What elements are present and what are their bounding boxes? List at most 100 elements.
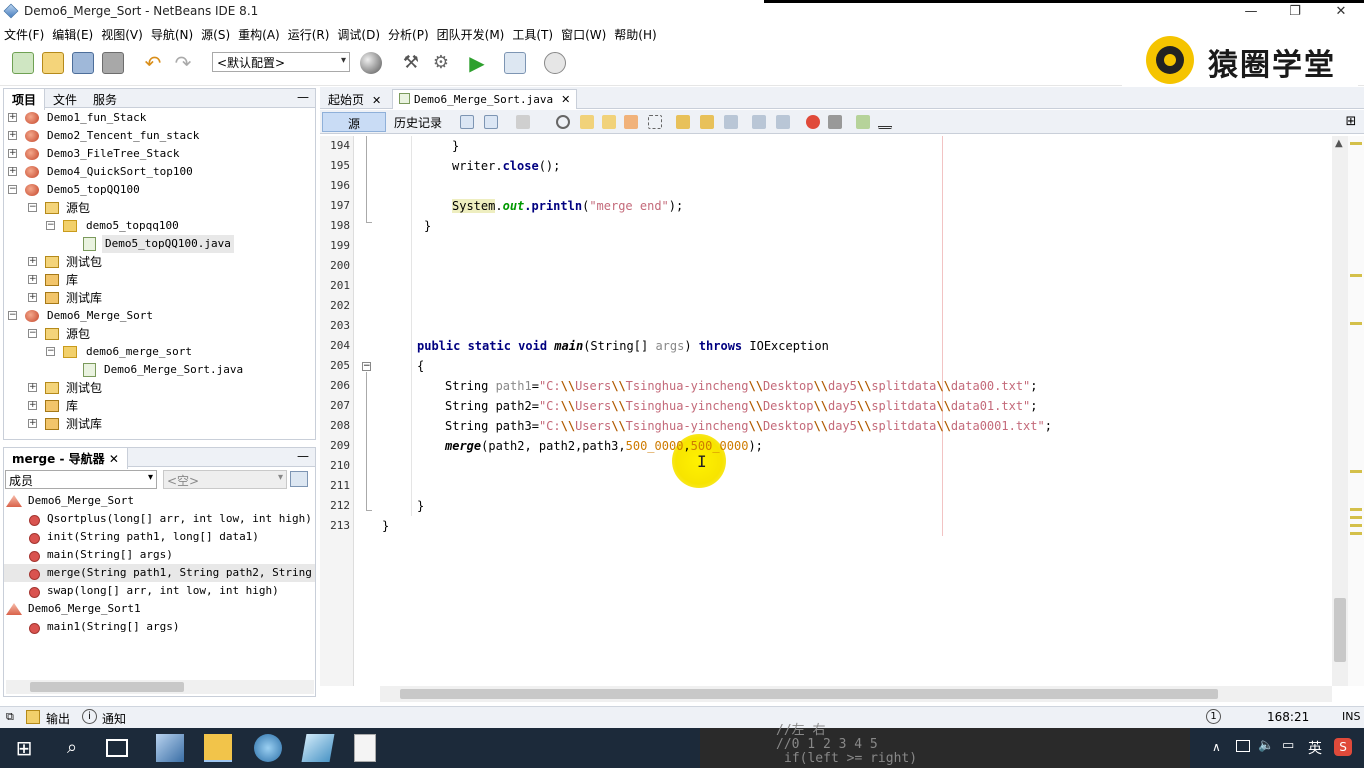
tab-navigator[interactable]: merge - 导航器 ✕ (4, 448, 128, 469)
config-select[interactable]: <默认配置> ▾ (212, 52, 350, 72)
nav-item-method[interactable]: main(String[] args) (47, 546, 173, 564)
expand-icon[interactable]: + (8, 113, 17, 122)
expand-icon[interactable]: + (28, 293, 37, 302)
menu-window[interactable]: 窗口(W) (557, 24, 610, 44)
collapse-icon[interactable]: − (8, 185, 17, 194)
split-editor-icon[interactable]: ⊞ (1344, 115, 1358, 129)
clean-build-icon[interactable]: ⚙ (430, 52, 452, 74)
scroll-thumb[interactable] (1334, 598, 1346, 662)
annotation-marker[interactable] (1350, 516, 1362, 519)
annotation-marker[interactable] (1350, 508, 1362, 511)
menu-refactor[interactable]: 重构(A) (234, 24, 284, 44)
expand-icon[interactable]: + (8, 167, 17, 176)
menu-source[interactable]: 源(S) (197, 24, 234, 44)
forward-icon[interactable] (484, 115, 498, 129)
annotation-marker[interactable] (1350, 142, 1362, 145)
run-icon[interactable]: ▶ (466, 52, 488, 74)
menu-debug[interactable]: 调试(D) (333, 24, 384, 44)
toggle-highlight-icon[interactable] (624, 115, 638, 129)
ime-sogou-icon[interactable]: S (1334, 738, 1352, 756)
tab-projects[interactable]: 项目 (4, 89, 46, 110)
nav-item-class[interactable]: Demo6_Merge_Sort (28, 492, 134, 510)
collapse-icon[interactable]: − (28, 203, 37, 212)
volume-icon[interactable]: 🔈 (1258, 738, 1274, 753)
search-icon[interactable]: ⌕ (58, 734, 86, 762)
chevron-up-icon[interactable]: ∧ (1212, 740, 1221, 754)
tab-demo6-java[interactable]: Demo6_Merge_Sort.java ✕ (392, 89, 578, 109)
close-icon[interactable]: ✕ (561, 93, 570, 106)
file-explorer-icon[interactable] (204, 734, 232, 762)
tree-item-demo5[interactable]: Demo5_topQQ100 (47, 181, 140, 199)
tree-item-test-libraries[interactable]: 测试库 (66, 289, 102, 307)
tree-item-source-packages-2[interactable]: 源包 (66, 325, 90, 343)
nav-item-method[interactable]: Qsortplus(long[] arr, int low, int high) (47, 510, 312, 528)
toggle-bookmark-icon[interactable] (724, 115, 738, 129)
close-icon[interactable]: ✕ (109, 452, 119, 466)
tree-item-test-packages[interactable]: 测试包 (66, 253, 102, 271)
comment-icon[interactable] (856, 115, 870, 129)
shift-left-icon[interactable] (752, 115, 766, 129)
build-hammer-icon[interactable]: ⚒ (400, 52, 422, 74)
expand-icon[interactable]: + (28, 257, 37, 266)
close-icon[interactable]: ✕ (372, 94, 381, 107)
last-edit-icon[interactable] (516, 115, 530, 129)
open-project-icon[interactable] (72, 52, 94, 74)
tree-item-package-demo5[interactable]: demo5_topqq100 (86, 217, 179, 235)
find-prev-icon[interactable] (580, 115, 594, 129)
tree-item-test-packages-2[interactable]: 测试包 (66, 379, 102, 397)
nav-item-method[interactable]: main1(String[] args) (47, 618, 179, 636)
menu-help[interactable]: 帮助(H) (610, 24, 660, 44)
menu-navigate[interactable]: 导航(N) (147, 24, 197, 44)
menu-run[interactable]: 运行(R) (284, 24, 334, 44)
editor-vscroll[interactable]: ▲ (1332, 136, 1348, 686)
secondary-filter-select[interactable]: <空> ▾ (163, 470, 287, 489)
nav-item-class[interactable]: Demo6_Merge_Sort1 (28, 600, 141, 618)
menu-team[interactable]: 团队开发(M) (433, 24, 509, 44)
back-icon[interactable] (460, 115, 474, 129)
restore-button[interactable]: ❐ (1280, 3, 1310, 21)
tree-item-demo6[interactable]: Demo6_Merge_Sort (47, 307, 153, 325)
find-icon[interactable] (556, 115, 570, 129)
nav-item-method[interactable]: init(String path1, long[] data1) (47, 528, 259, 546)
prev-bookmark-icon[interactable] (676, 115, 690, 129)
menu-profile[interactable]: 分析(P) (384, 24, 433, 44)
output-button[interactable]: 输出 (46, 710, 70, 727)
record-macro-icon[interactable] (806, 115, 820, 129)
battery-icon[interactable]: ▭ (1282, 738, 1294, 753)
fold-toggle-icon[interactable]: − (362, 362, 371, 371)
notification-count-badge[interactable]: 1 (1206, 709, 1221, 724)
menu-view[interactable]: 视图(V) (97, 24, 147, 44)
collapse-icon[interactable]: − (46, 221, 55, 230)
annotation-marker[interactable] (1350, 524, 1362, 527)
debug-icon[interactable] (504, 52, 526, 74)
stop-macro-icon[interactable] (828, 115, 842, 129)
annotation-marker[interactable] (1350, 322, 1362, 325)
expand-icon[interactable]: + (8, 149, 17, 158)
tab-start-page[interactable]: 起始页 ✕ (322, 89, 387, 109)
scroll-up-icon[interactable]: ▲ (1335, 138, 1343, 149)
save-all-icon[interactable] (102, 52, 124, 74)
rect-select-icon[interactable] (648, 115, 662, 129)
notifications-button[interactable]: 通知 (102, 710, 126, 727)
tree-item-libraries[interactable]: 库 (66, 271, 78, 289)
profile-icon[interactable] (544, 52, 566, 74)
minimize-panel-button[interactable]: — (297, 90, 309, 104)
annotation-marker[interactable] (1350, 274, 1362, 277)
filter-options-icon[interactable] (290, 471, 308, 487)
network-icon[interactable] (1236, 740, 1250, 752)
netbeans-taskbar-icon[interactable] (156, 734, 184, 762)
restore-windows-icon[interactable]: ⧉ (6, 710, 14, 724)
new-file-icon[interactable] (12, 52, 34, 74)
tree-item-file-demo5[interactable]: Demo5_topQQ100.java (102, 235, 234, 253)
source-view-button[interactable]: 源 (322, 112, 386, 132)
scroll-thumb[interactable] (30, 682, 184, 692)
ime-language[interactable]: 英 (1308, 738, 1322, 758)
windows-start-icon[interactable]: ⊞ (10, 734, 38, 762)
collapse-icon[interactable]: − (46, 347, 55, 356)
menu-edit[interactable]: 编辑(E) (48, 24, 97, 44)
tree-item-demo4[interactable]: Demo4_QuickSort_top100 (47, 163, 193, 181)
member-filter-select[interactable]: 成员 ▾ (5, 470, 157, 489)
expand-icon[interactable]: + (28, 419, 37, 428)
task-view-icon[interactable] (106, 739, 128, 757)
tab-services[interactable]: 服务 (85, 89, 125, 110)
